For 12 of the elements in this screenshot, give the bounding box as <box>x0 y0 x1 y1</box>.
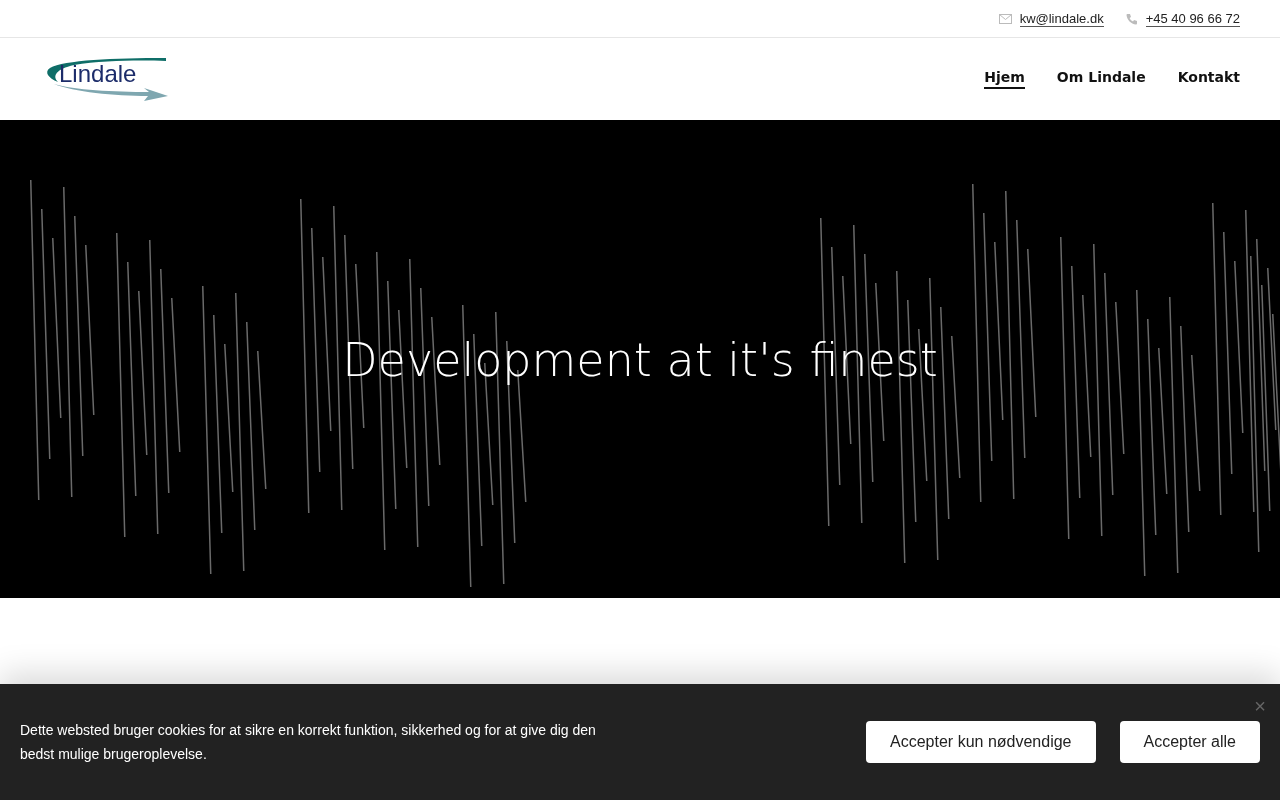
nav-link[interactable]: Kontakt <box>1177 69 1240 89</box>
accept-button[interactable]: Accepter alle <box>1119 721 1260 763</box>
cookie-message: Dette websted bruger cookies for at sikre en korrekt funktion, sikkerhed og for at give dig den bedst mulige brugeroplevelse. <box>20 721 597 764</box>
mail-icon <box>998 13 1012 24</box>
email-link[interactable]: kw@lindale.dk <box>1019 10 1104 27</box>
phone-link[interactable]: +45 40 96 66 72 <box>1145 10 1240 27</box>
accept-button[interactable]: Accepter kun nødvendige <box>866 721 1096 763</box>
hero-title: Development at it's finest <box>342 333 938 387</box>
phone-icon <box>1125 12 1138 25</box>
nav-link[interactable]: Om Lindale <box>1056 69 1146 89</box>
nav-link[interactable]: Hjem <box>984 69 1025 89</box>
logo[interactable]: Lindale <box>44 56 170 102</box>
